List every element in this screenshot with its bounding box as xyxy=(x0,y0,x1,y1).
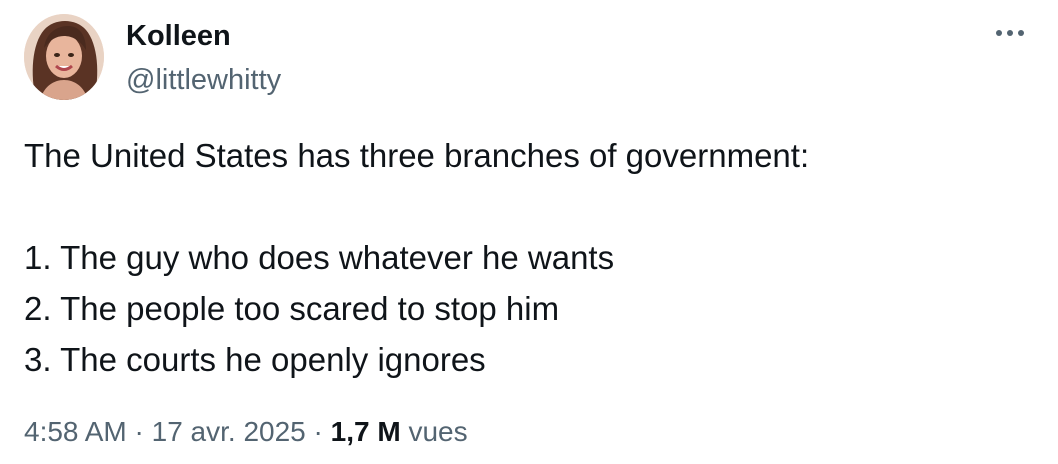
tweet-time[interactable]: 4:58 AM xyxy=(24,416,127,447)
handle[interactable]: @littlewhitty xyxy=(126,62,281,98)
tweet-text: The United States has three branches of … xyxy=(24,130,1024,385)
tweet-line: 1. The guy who does whatever he wants xyxy=(24,239,615,276)
avatar[interactable] xyxy=(24,14,104,100)
profile-photo-icon xyxy=(24,14,104,100)
more-horizontal-icon xyxy=(996,30,1024,36)
tweet-line: The United States has three branches of … xyxy=(24,137,810,174)
views-label: vues xyxy=(408,416,468,447)
meta-separator: · xyxy=(313,416,323,447)
meta-separator: · xyxy=(134,416,144,447)
tweet-line: 2. The people too scared to stop him xyxy=(24,290,560,327)
more-options-button[interactable] xyxy=(988,18,1032,48)
display-name[interactable]: Kolleen xyxy=(126,18,231,54)
views-count: 1,7 M xyxy=(330,416,401,447)
tweet-date[interactable]: 17 avr. 2025 xyxy=(152,416,306,447)
tweet-line: 3. The courts he openly ignores xyxy=(24,341,486,378)
tweet-card: Kolleen @littlewhitty The United States … xyxy=(0,0,1058,464)
tweet-meta: 4:58 AM · 17 avr. 2025 · 1,7 M vues xyxy=(24,414,468,450)
